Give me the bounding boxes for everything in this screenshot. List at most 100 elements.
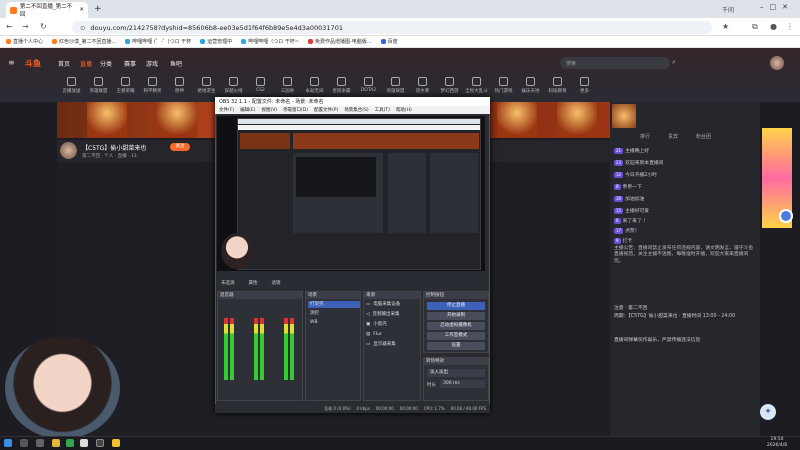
new-tab-icon[interactable]: + (94, 4, 102, 14)
category-item[interactable]: 绝地求生 (193, 77, 220, 94)
obs-menu-item[interactable]: 帮助(H) (396, 107, 412, 113)
follow-button[interactable]: 关注 (170, 143, 190, 151)
search-icon[interactable]: ⌕ (672, 58, 676, 67)
tab-vip[interactable]: 贵宾 (668, 133, 678, 140)
obs-taskbar-icon[interactable] (96, 439, 104, 447)
nav-live[interactable]: 直播 (80, 59, 92, 68)
tab-fans[interactable]: 粉丝团 (696, 133, 711, 140)
site-info-icon[interactable]: ⊙ (80, 24, 85, 32)
bookmark-item[interactable]: 免费作品增播图-电脑版... (307, 38, 372, 45)
nav-game[interactable]: 游戏 (146, 59, 158, 68)
category-item[interactable]: 穿越火线 (220, 77, 247, 94)
source-item[interactable]: ◁ 音频输出采集 (366, 311, 420, 319)
source-item[interactable]: ▭ 显示器采集 (366, 341, 420, 349)
category-item[interactable]: 云播放送 (58, 77, 85, 94)
scene-item[interactable]: 打架壳 (308, 301, 360, 308)
search-input[interactable]: 搜索 (560, 57, 670, 69)
rank-avatar[interactable] (612, 104, 636, 128)
scene-item[interactable]: WB (308, 319, 360, 326)
bookmark-item[interactable]: 哔哩哔哩 (゜-゜)つロ 干杯 (125, 38, 191, 45)
chat-footer-note: 直播间弹幕仅作娱乐，严禁传播违法信息 (614, 338, 701, 343)
source-item[interactable]: ▣ 小窗壳 (366, 321, 420, 329)
category-item[interactable]: 英雄联盟 (85, 77, 112, 94)
category-item[interactable]: 科技教育 (544, 77, 571, 94)
category-item[interactable]: 永劫无间 (301, 77, 328, 94)
bookmark-item[interactable]: 红色沙漠_第二不回直播... (52, 38, 116, 45)
category-item[interactable]: 热门游戏 (490, 77, 517, 94)
assistant-float-icon[interactable]: ✦ (760, 404, 776, 420)
side-action-icon[interactable] (779, 209, 793, 223)
category-item[interactable]: 王者荣耀 (112, 77, 139, 94)
forward-icon[interactable]: → (22, 22, 29, 31)
studio-mode-button[interactable]: 工作室模式 (427, 332, 485, 340)
app-icon[interactable] (66, 439, 74, 447)
settings-button[interactable]: 设置 (427, 342, 485, 350)
category-item[interactable]: 更多 (571, 77, 598, 94)
bookmark-item[interactable]: 哔哩哔哩（つロ 干杯~ (241, 38, 299, 45)
chat-message: 21 主播晚上好 (614, 148, 650, 155)
search-icon[interactable] (20, 439, 28, 447)
obs-menu-item[interactable]: 停靠窗口(D) (283, 107, 308, 113)
obs-menu-item[interactable]: 编辑(E) (240, 107, 255, 113)
nav-match[interactable]: 赛事 (124, 59, 136, 68)
obs-menu-item[interactable]: 配置文件(P) (314, 107, 338, 113)
nav-home[interactable]: 首页 (58, 59, 70, 68)
streamer-avatar[interactable] (60, 142, 77, 159)
category-item[interactable]: 原神 (166, 77, 193, 94)
app-icon[interactable] (80, 439, 88, 447)
category-item[interactable]: 三国杀 (274, 77, 301, 94)
explorer-icon[interactable] (52, 439, 60, 447)
close-icon[interactable]: ✕ (79, 7, 84, 13)
virtual-camera-button[interactable]: 启动虚拟摄像机 (427, 322, 485, 330)
site-logo[interactable]: 斗鱼 (25, 58, 47, 68)
menu-icon[interactable]: ⋮ (786, 22, 794, 31)
category-item[interactable]: 梦幻西游 (436, 77, 463, 94)
hamburger-icon[interactable]: ≡ (8, 58, 15, 67)
category-item[interactable]: 英雄联盟 (382, 77, 409, 94)
scene-item[interactable]: 测控 (308, 310, 360, 317)
source-item[interactable]: ▤ Flur (366, 331, 420, 339)
transition-select[interactable]: 淡入淡出 (427, 369, 485, 377)
category-item[interactable]: 逆水寒 (409, 77, 436, 94)
duration-field[interactable]: 300 ms (440, 380, 485, 388)
category-item[interactable]: 全民大乱斗 (463, 77, 490, 94)
start-recording-button[interactable]: 开始录制 (427, 312, 485, 320)
category-item[interactable]: CS2 (247, 77, 274, 94)
system-clock[interactable]: 19:50 2026/4/8 (758, 437, 796, 449)
nav-category[interactable]: 分类 (100, 59, 112, 68)
bookmark-item[interactable]: 百度 (380, 38, 398, 45)
category-item[interactable]: 娱乐天地 (517, 77, 544, 94)
url-field[interactable]: ⊙ douyu.com/2142758?dyshid=85606b8-ee03e… (72, 21, 712, 34)
chat-message: 12 今日开播2小时 (614, 172, 657, 179)
reload-icon[interactable]: ↻ (40, 22, 47, 31)
bookmark-item[interactable]: 运营管理中 (200, 38, 232, 45)
obs-menu-item[interactable]: 视图(V) (261, 107, 277, 113)
source-item[interactable]: ▭ 电脑采集设备 (366, 301, 420, 309)
bookmark-item[interactable]: 直播个人中心 (6, 38, 43, 45)
profile-icon[interactable]: ● (770, 22, 777, 31)
user-avatar[interactable] (770, 56, 784, 70)
obs-menu-item[interactable]: 文件(F) (219, 107, 234, 113)
chrome-taskbar-icon[interactable] (112, 439, 120, 447)
category-item[interactable]: DOTA2 (355, 77, 382, 94)
filters-button[interactable]: 滤镜 (272, 280, 281, 286)
tab-rank[interactable]: 排行 (640, 133, 650, 140)
extensions-icon[interactable]: ⧉ (752, 22, 758, 32)
category-item[interactable]: 星际争霸 (328, 77, 355, 94)
browser-tab-active[interactable]: 第二不回直播_第二不回 ✕ (6, 2, 88, 18)
stop-streaming-button[interactable]: 停止直播 (427, 302, 485, 310)
back-icon[interactable]: ← (6, 22, 13, 31)
profile-label[interactable]: 千问 (722, 5, 734, 14)
bookmark-star-icon[interactable]: ★ (722, 22, 729, 31)
start-icon[interactable] (4, 439, 12, 447)
properties-button[interactable]: 属性 (249, 280, 258, 286)
window-controls-icon[interactable]: –□✕ (760, 3, 794, 11)
webcam-overlay (5, 337, 120, 439)
category-item[interactable]: 和平精英 (139, 77, 166, 94)
browser-tab-bar (0, 0, 800, 18)
nav-yuba[interactable]: 鱼吧 (170, 59, 182, 68)
obs-menu-item[interactable]: 工具(T) (375, 107, 390, 113)
taskview-icon[interactable] (36, 439, 44, 447)
chat-message: 17 点赞！ (614, 228, 640, 235)
obs-menu-item[interactable]: 场景集合(S) (344, 107, 368, 113)
